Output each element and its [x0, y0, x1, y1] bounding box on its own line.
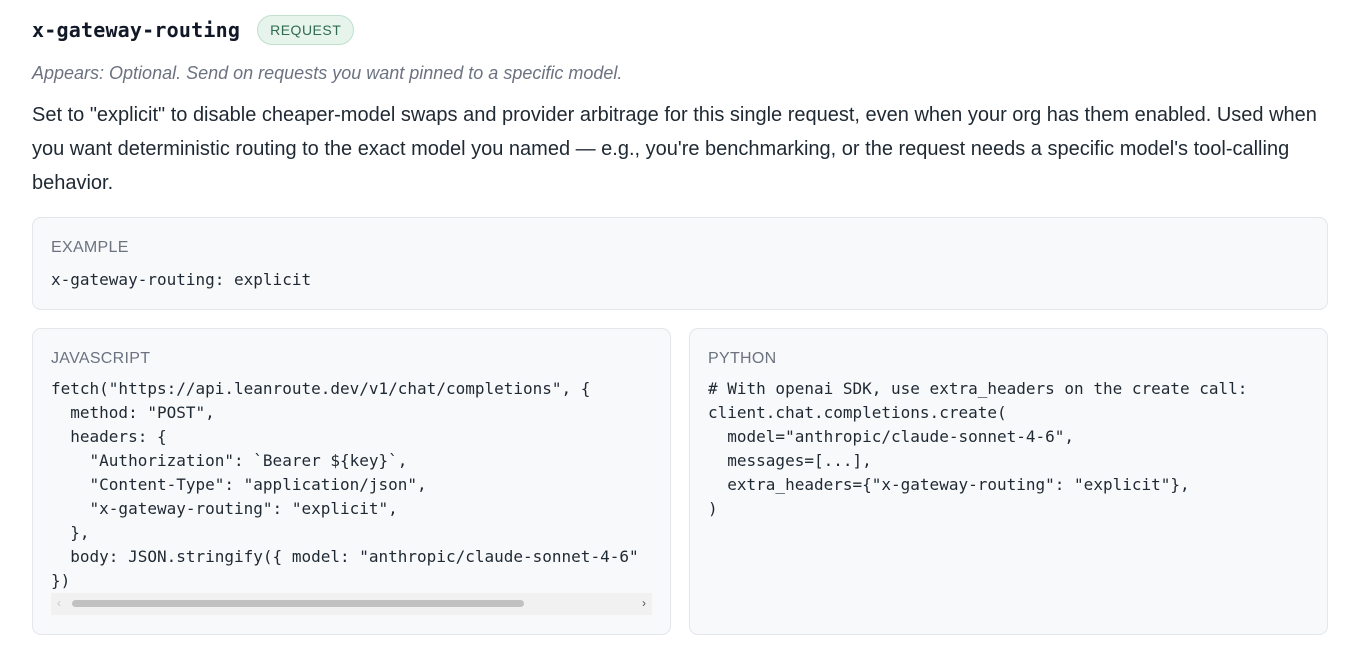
title-row: x-gateway-routing REQUEST: [32, 0, 1328, 46]
code-line: "Content-Type": "application/json",: [51, 475, 427, 494]
code-line: "x-gateway-routing": "explicit",: [51, 499, 398, 518]
scroll-thumb[interactable]: [72, 600, 524, 607]
code-line: headers: {: [51, 427, 167, 446]
code-line: fetch("https://api.leanroute.dev/v1/chat…: [51, 379, 591, 398]
code-line: method: "POST",: [51, 403, 215, 422]
code-line: client.chat.completions.create(: [708, 403, 1007, 422]
example-label: EXAMPLE: [51, 239, 129, 256]
javascript-box: JAVASCRIPT fetch("https://api.leanroute.…: [32, 328, 671, 635]
description: Set to "explicit" to disable cheaper-mod…: [32, 104, 1317, 194]
header-doc-section: x-gateway-routing REQUEST Appears: Optio…: [0, 0, 1359, 663]
code-line: ): [708, 499, 718, 518]
code-line: body: JSON.stringify({ model: "anthropic…: [51, 547, 639, 566]
code-line: extra_headers={"x-gateway-routing": "exp…: [708, 475, 1190, 494]
appears-note: Appears: Optional. Send on requests you …: [32, 63, 623, 83]
code-line: model="anthropic/claude-sonnet-4-6",: [708, 427, 1075, 446]
javascript-label: JAVASCRIPT: [51, 350, 151, 367]
code-line: # With openai SDK, use extra_headers on …: [708, 379, 1248, 398]
code-line: }): [51, 571, 71, 590]
horizontal-scrollbar[interactable]: ‹ ›: [51, 593, 652, 615]
example-code: x-gateway-routing: explicit: [51, 270, 312, 289]
chevron-left-icon[interactable]: ‹: [57, 596, 61, 610]
chevron-right-icon[interactable]: ›: [642, 596, 646, 610]
request-badge: REQUEST: [257, 15, 355, 45]
python-code: # With openai SDK, use extra_headers on …: [708, 377, 1309, 521]
python-box: PYTHON # With openai SDK, use extra_head…: [689, 328, 1328, 635]
code-line: },: [51, 523, 90, 542]
python-label: PYTHON: [708, 350, 777, 367]
code-line: messages=[...],: [708, 451, 872, 470]
header-name: x-gateway-routing: [32, 18, 241, 42]
code-line: "Authorization": `Bearer ${key}`,: [51, 451, 408, 470]
javascript-code: fetch("https://api.leanroute.dev/v1/chat…: [51, 377, 652, 593]
code-samples: JAVASCRIPT fetch("https://api.leanroute.…: [32, 328, 1328, 635]
example-box: EXAMPLE x-gateway-routing: explicit: [32, 217, 1328, 310]
